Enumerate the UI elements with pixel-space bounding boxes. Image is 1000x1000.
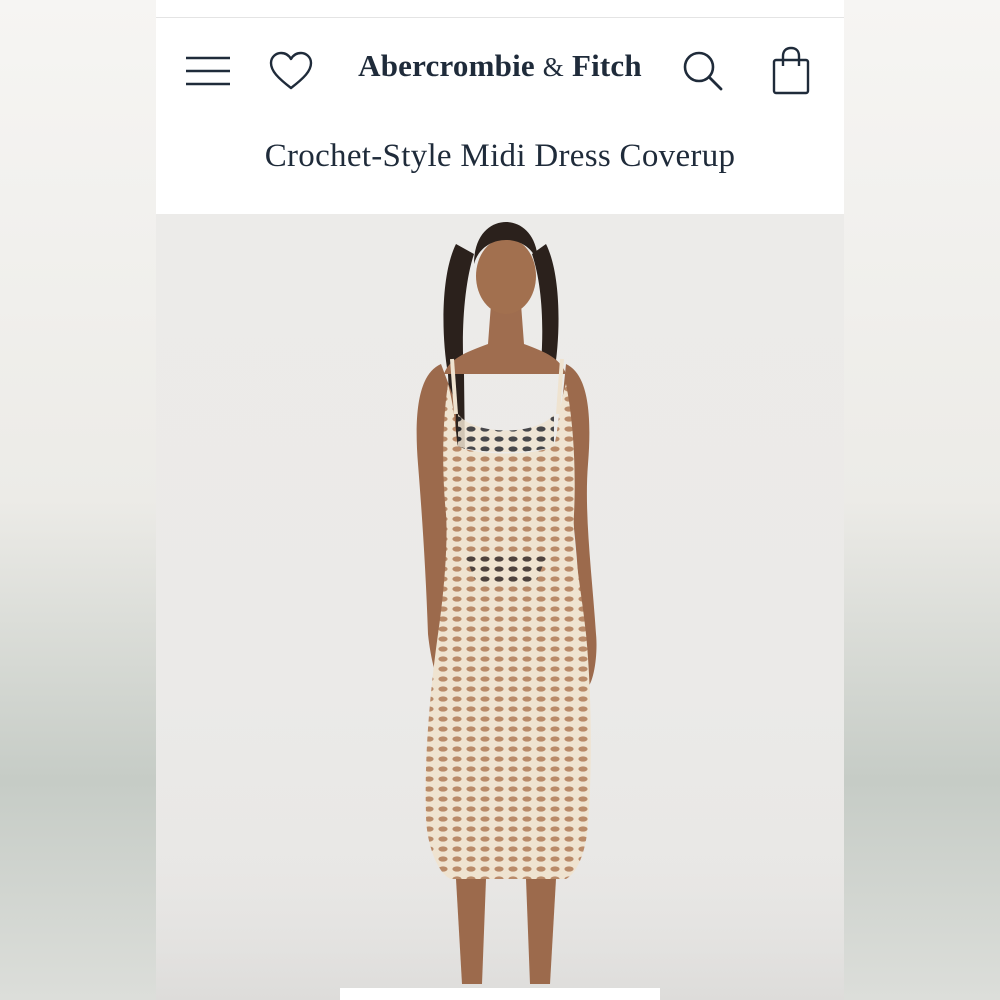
hamburger-menu-icon[interactable] [182, 48, 234, 94]
product-photo[interactable] [156, 214, 844, 1000]
blurred-background-left [0, 0, 156, 1000]
brand-logo[interactable]: Abercrombie & Fitch [316, 48, 684, 88]
status-strip [156, 0, 844, 18]
brand-name-right: Fitch [571, 48, 642, 83]
brand-ampersand: & [542, 52, 564, 82]
site-header: Abercrombie & Fitch [156, 18, 844, 118]
product-title-bar: Crochet-Style Midi Dress Coverup [156, 118, 844, 214]
brand-name-left: Abercrombie [358, 48, 535, 83]
mobile-product-page: Abercrombie & Fitch Crochet-Style Midi D… [156, 0, 844, 1000]
model-wearing-dress-illustration [156, 222, 844, 1000]
shopping-bag-icon[interactable] [766, 44, 816, 98]
product-title: Crochet-Style Midi Dress Coverup [264, 138, 736, 174]
heart-icon[interactable] [266, 48, 316, 94]
blurred-background-right [844, 0, 1000, 1000]
carousel-indicator-tab[interactable] [340, 988, 660, 1000]
search-icon[interactable] [678, 48, 728, 94]
